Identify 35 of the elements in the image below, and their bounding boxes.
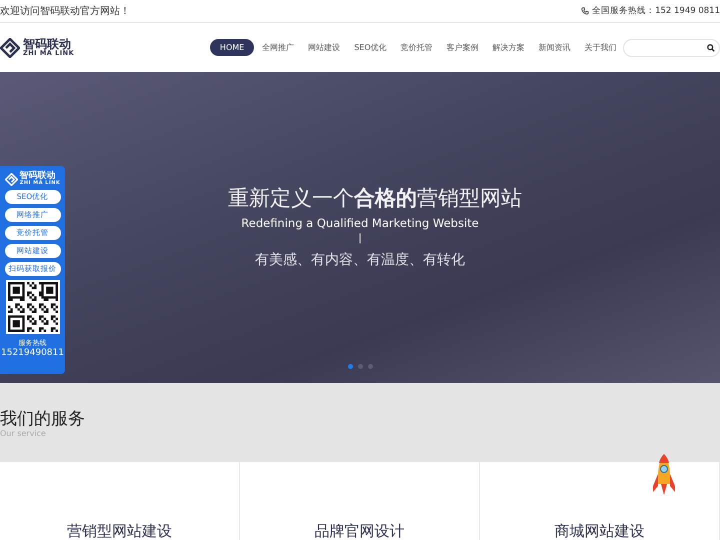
logo-name: 智码联动 xyxy=(20,172,56,181)
qr-code-icon xyxy=(8,282,58,332)
nav-link[interactable]: SEO优化 xyxy=(348,39,393,56)
services-title: 我们的服务 xyxy=(0,410,86,429)
welcome-text: 欢迎访问智码联动官方网站！ xyxy=(0,4,130,18)
nav-link[interactable]: 竞价托管 xyxy=(394,39,439,56)
nav-link[interactable]: 关于我们 xyxy=(578,39,623,56)
rocket-icon xyxy=(652,454,676,496)
logo-icon xyxy=(0,38,20,58)
phone-icon xyxy=(581,7,590,15)
slider-dot[interactable] xyxy=(348,364,352,369)
logo-name: 智码联动 xyxy=(23,38,71,50)
service-card[interactable]: 营销型网站建设 xyxy=(0,462,240,540)
service-title: 商城网站建设 xyxy=(554,522,644,540)
search-icon xyxy=(707,44,715,52)
search-field[interactable] xyxy=(622,38,720,56)
hero-tagline: 有美感、有内容、有温度、有转化 xyxy=(255,251,465,269)
logo-icon xyxy=(4,172,18,186)
hero-divider: | xyxy=(358,233,362,244)
service-title: 品牌官网设计 xyxy=(314,522,404,540)
services-subtitle: Our service xyxy=(0,428,47,438)
service-card[interactable]: 品牌官网设计 xyxy=(240,462,480,540)
nav-link[interactable]: 客户案例 xyxy=(440,39,485,56)
hotline-text: 全国服务热线：152 1949 0811 xyxy=(592,5,720,17)
slider-dot[interactable] xyxy=(358,364,362,369)
nav-link[interactable]: 新闻资讯 xyxy=(532,39,577,56)
nav-link[interactable]: 解决方案 xyxy=(486,39,531,56)
hero-title: 重新定义一个合格的营销型网站 xyxy=(228,185,522,212)
hotline-number: 15219490811 xyxy=(1,348,64,358)
nav-link[interactable]: HOME xyxy=(210,39,254,56)
nav-link[interactable]: 网站建设 xyxy=(302,39,346,56)
hero-subtitle: Redefining a Qualified Marketing Website xyxy=(241,216,479,230)
nav-link[interactable]: 全网推广 xyxy=(256,39,300,56)
service-title: 营销型网站建设 xyxy=(67,522,172,540)
slider-dot[interactable] xyxy=(368,364,372,369)
